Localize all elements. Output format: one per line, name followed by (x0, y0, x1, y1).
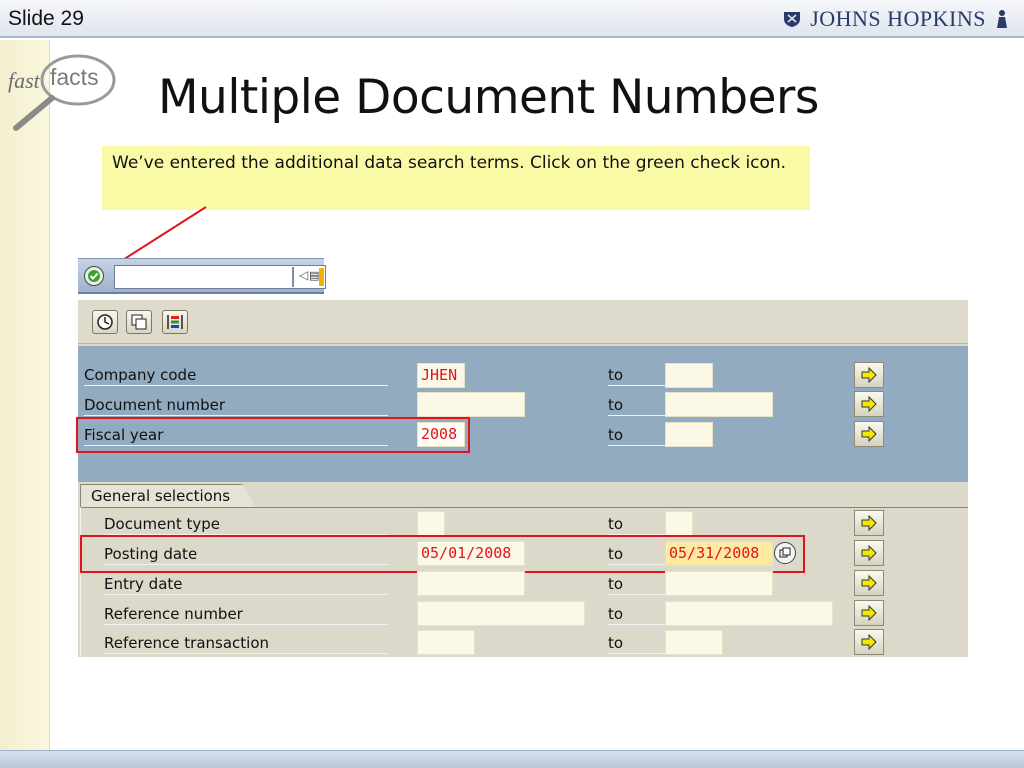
group-box-border (80, 507, 968, 508)
company-code-to-label: to (608, 364, 666, 386)
document-number-label: Document number (84, 394, 388, 416)
reference-transaction-multiple-button[interactable] (854, 629, 884, 655)
fiscal-year-to-field[interactable] (665, 422, 713, 447)
general-selections-tab: General selections (80, 484, 257, 508)
document-type-label: Document type (104, 513, 388, 535)
entry-date-label: Entry date (104, 573, 388, 595)
yellow-arrow-icon (861, 605, 877, 621)
reference-number-to-field[interactable] (665, 601, 833, 626)
back-arrow-icon[interactable]: ◁ (299, 268, 308, 282)
sap-selection-screen: Company code JHEN to Document number to … (76, 300, 968, 657)
execute-button[interactable] (92, 310, 118, 334)
reference-number-label: Reference number (104, 603, 388, 625)
yellow-arrow-icon (861, 545, 877, 561)
toolbar-separator (292, 267, 294, 287)
slide-footer-bar (0, 750, 1024, 768)
reference-number-to-label: to (608, 603, 666, 625)
entry-date-to-field[interactable] (665, 571, 773, 596)
fiscal-year-multiple-button[interactable] (854, 421, 884, 447)
company-code-from-field[interactable]: JHEN (417, 363, 465, 388)
document-number-from-field[interactable] (417, 392, 525, 417)
document-number-to-label: to (608, 394, 666, 416)
reference-transaction-to-label: to (608, 632, 666, 654)
multicolor-bars-icon (167, 315, 183, 329)
document-number-to-field[interactable] (665, 392, 773, 417)
posting-date-highlight-box (80, 535, 805, 573)
copy-pages-icon (131, 314, 147, 330)
magnifier-icon (13, 54, 116, 131)
slide-header-bar: Slide 29 JOHNS HOPKINS (0, 0, 1024, 38)
document-type-multiple-button[interactable] (854, 510, 884, 536)
execute-clock-icon (97, 314, 113, 330)
document-type-to-label: to (608, 513, 666, 535)
slide-number: Slide 29 (8, 7, 84, 30)
sap-standard-toolbar: ▤ ◁ (78, 258, 326, 294)
yellow-arrow-icon (861, 515, 877, 531)
reference-transaction-label: Reference transaction (104, 632, 388, 654)
yellow-arrow-icon (861, 575, 877, 591)
reference-transaction-to-field[interactable] (665, 630, 723, 655)
get-variant-button[interactable] (126, 310, 152, 334)
yellow-arrow-icon (861, 396, 877, 412)
company-code-to-field[interactable] (665, 363, 713, 388)
yellow-arrow-icon (861, 426, 877, 442)
selection-options-button[interactable] (162, 310, 188, 334)
instruction-callout: We’ve entered the additional data search… (102, 146, 810, 210)
fiscal-year-highlight-box (76, 417, 470, 453)
fast-facts-logo: fast facts (6, 54, 116, 134)
toolbar-next-button-edge[interactable] (319, 268, 324, 286)
company-code-label: Company code (84, 364, 388, 386)
document-number-multiple-button[interactable] (854, 391, 884, 417)
slide-left-band (0, 40, 50, 756)
entry-date-to-label: to (608, 573, 666, 595)
entry-date-multiple-button[interactable] (854, 570, 884, 596)
reference-number-from-field[interactable] (417, 601, 585, 626)
reference-transaction-from-field[interactable] (417, 630, 475, 655)
yellow-arrow-icon (861, 367, 877, 383)
yellow-arrow-icon (861, 634, 877, 650)
posting-date-multiple-button[interactable] (854, 540, 884, 566)
document-type-from-field[interactable] (417, 511, 445, 536)
company-code-multiple-button[interactable] (854, 362, 884, 388)
page-title: Multiple Document Numbers (158, 70, 819, 125)
shield-icon (784, 12, 801, 27)
document-type-to-field[interactable] (665, 511, 693, 536)
group-box-left-edge (80, 507, 81, 657)
figure-icon (997, 10, 1007, 28)
fiscal-year-to-label: to (608, 424, 666, 446)
brand-name: JOHNS HOPKINS (810, 6, 986, 31)
entry-date-from-field[interactable] (417, 571, 525, 596)
green-check-icon[interactable] (84, 266, 104, 286)
reference-number-multiple-button[interactable] (854, 600, 884, 626)
application-toolbar (78, 300, 968, 344)
command-field[interactable]: ▤ (114, 265, 326, 289)
johns-hopkins-logo: JOHNS HOPKINS (782, 6, 1010, 32)
